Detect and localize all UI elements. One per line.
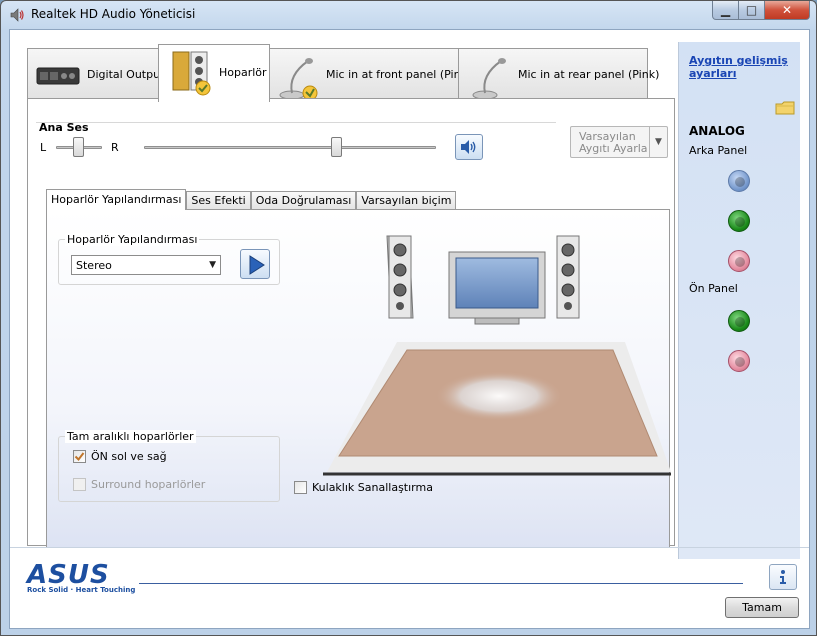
front-panel-label: Ön Panel: [689, 282, 738, 295]
tab-speakers[interactable]: Hoparlör: [158, 44, 270, 102]
balance-left-label: L: [40, 141, 47, 154]
tab-sound-effects[interactable]: Ses Efekti: [186, 191, 251, 210]
speaker-config-legend: Hoparlör Yapılandırması: [65, 233, 200, 246]
speaker-config-group: Hoparlör Yapılandırması Stereo ▼: [58, 233, 280, 285]
full-range-legend: Tam aralıklı hoparlörler: [65, 430, 196, 443]
balance-right-label: R: [111, 141, 119, 154]
speakers-tab-content: Ana Ses L R Varsayılan Aygıtı Ayarla ▼ H…: [27, 98, 675, 548]
svg-text:Rock Solid · Heart Touching: Rock Solid · Heart Touching: [27, 586, 135, 594]
volume-group-border: [36, 122, 556, 123]
window-title: Realtek HD Audio Yöneticisi: [31, 7, 196, 21]
rear-green-jack[interactable]: [728, 210, 750, 232]
separator: [10, 547, 809, 548]
speaker-room-illustration: [323, 235, 671, 476]
connector-panel: Aygıtın gelişmiş ayarları ANALOG Arka Pa…: [678, 42, 800, 559]
window-controls: ▁ □ ✕: [712, 1, 810, 21]
tab-room-correction[interactable]: Oda Doğrulaması: [250, 191, 357, 210]
tab-default-format[interactable]: Varsayılan biçim: [356, 191, 457, 210]
master-volume-group: Ana Ses L R: [36, 120, 556, 160]
advanced-settings-link[interactable]: Aygıtın gelişmiş ayarları: [689, 54, 789, 80]
tv-icon: [448, 251, 546, 325]
bottom-divider: [139, 583, 743, 584]
app-window: Realtek HD Audio Yöneticisi ▁ □ ✕ Digita…: [0, 0, 817, 636]
tab-label: Digital Output: [87, 68, 165, 81]
speaker-sub-tabs: Hoparlör Yapılandırması Ses Efekti Oda D…: [46, 189, 457, 210]
tab-digital-output[interactable]: Digital Output: [27, 48, 164, 102]
maximize-icon: □: [745, 3, 758, 17]
main-panel: Digital Output Hoparlör Mic in at front …: [27, 42, 683, 570]
info-button[interactable]: [769, 564, 797, 590]
device-tabs: Digital Output Hoparlör Mic in at front …: [27, 44, 683, 102]
rear-blue-jack[interactable]: [728, 170, 750, 192]
surround-label: Surround hoparlörler: [91, 478, 206, 491]
digital-output-icon: [36, 67, 80, 85]
default-device-button[interactable]: Varsayılan Aygıtı Ayarla ▼: [570, 126, 668, 158]
full-range-group: Tam aralıklı hoparlörler ÖN sol ve sağ S…: [58, 430, 280, 502]
speaker-volume-icon: [461, 140, 476, 154]
tab-mic-front[interactable]: Mic in at front panel (Pink): [269, 48, 471, 102]
microphone-icon: [279, 58, 318, 101]
speaker-icon: [10, 8, 24, 22]
speaker-config-value: Stereo: [76, 259, 112, 272]
speakers-icon: [172, 51, 211, 96]
analog-title: ANALOG: [689, 124, 745, 138]
speaker-config-select[interactable]: Stereo ▼: [71, 255, 221, 275]
speaker-config-panel: Hoparlör Yapılandırması Stereo ▼ Tam ara…: [46, 209, 671, 548]
microphone-icon: [472, 58, 506, 100]
info-icon: [780, 570, 786, 584]
checkmark-icon: [74, 452, 85, 462]
rear-pink-jack[interactable]: [728, 250, 750, 272]
headphone-virtualization-checkbox[interactable]: [294, 481, 307, 494]
balance-slider[interactable]: [73, 137, 84, 157]
front-lr-checkbox[interactable]: [73, 450, 86, 463]
surround-checkbox: [73, 478, 86, 491]
tab-label: Hoparlör: [219, 66, 267, 79]
minimize-button[interactable]: ▁: [712, 1, 739, 20]
tab-speaker-config[interactable]: Hoparlör Yapılandırması: [46, 189, 187, 210]
mute-button[interactable]: [455, 134, 483, 160]
chevron-down-icon: ▼: [649, 127, 667, 157]
front-lr-label: ÖN sol ve sağ: [91, 450, 167, 463]
play-icon: [249, 255, 265, 275]
volume-track: [144, 146, 436, 149]
client-area: Digital Output Hoparlör Mic in at front …: [9, 29, 810, 629]
volume-slider[interactable]: [330, 137, 342, 157]
tab-label: Mic in at front panel (Pink): [326, 68, 472, 81]
chevron-down-icon: ▼: [209, 260, 216, 270]
asus-logo: ASUS Rock Solid · Heart Touching: [25, 560, 135, 594]
close-icon: ✕: [781, 3, 793, 17]
folder-icon[interactable]: [775, 100, 795, 116]
title-bar: Realtek HD Audio Yöneticisi ▁ □ ✕: [1, 1, 816, 29]
close-button[interactable]: ✕: [765, 1, 810, 20]
tab-mic-rear[interactable]: Mic in at rear panel (Pink): [458, 48, 659, 102]
headphone-virtualization-label: Kulaklık Sanallaştırma: [312, 481, 433, 494]
rear-panel-label: Arka Panel: [689, 144, 748, 157]
minimize-icon: ▁: [720, 3, 731, 17]
front-pink-jack[interactable]: [728, 350, 750, 372]
ok-button[interactable]: Tamam: [725, 597, 799, 618]
maximize-button[interactable]: □: [739, 1, 765, 20]
front-green-jack[interactable]: [728, 310, 750, 332]
right-speaker-icon: [556, 235, 580, 319]
left-speaker-icon: [386, 235, 414, 319]
play-test-button[interactable]: [240, 249, 270, 279]
tab-label: Mic in at rear panel (Pink): [518, 68, 660, 81]
